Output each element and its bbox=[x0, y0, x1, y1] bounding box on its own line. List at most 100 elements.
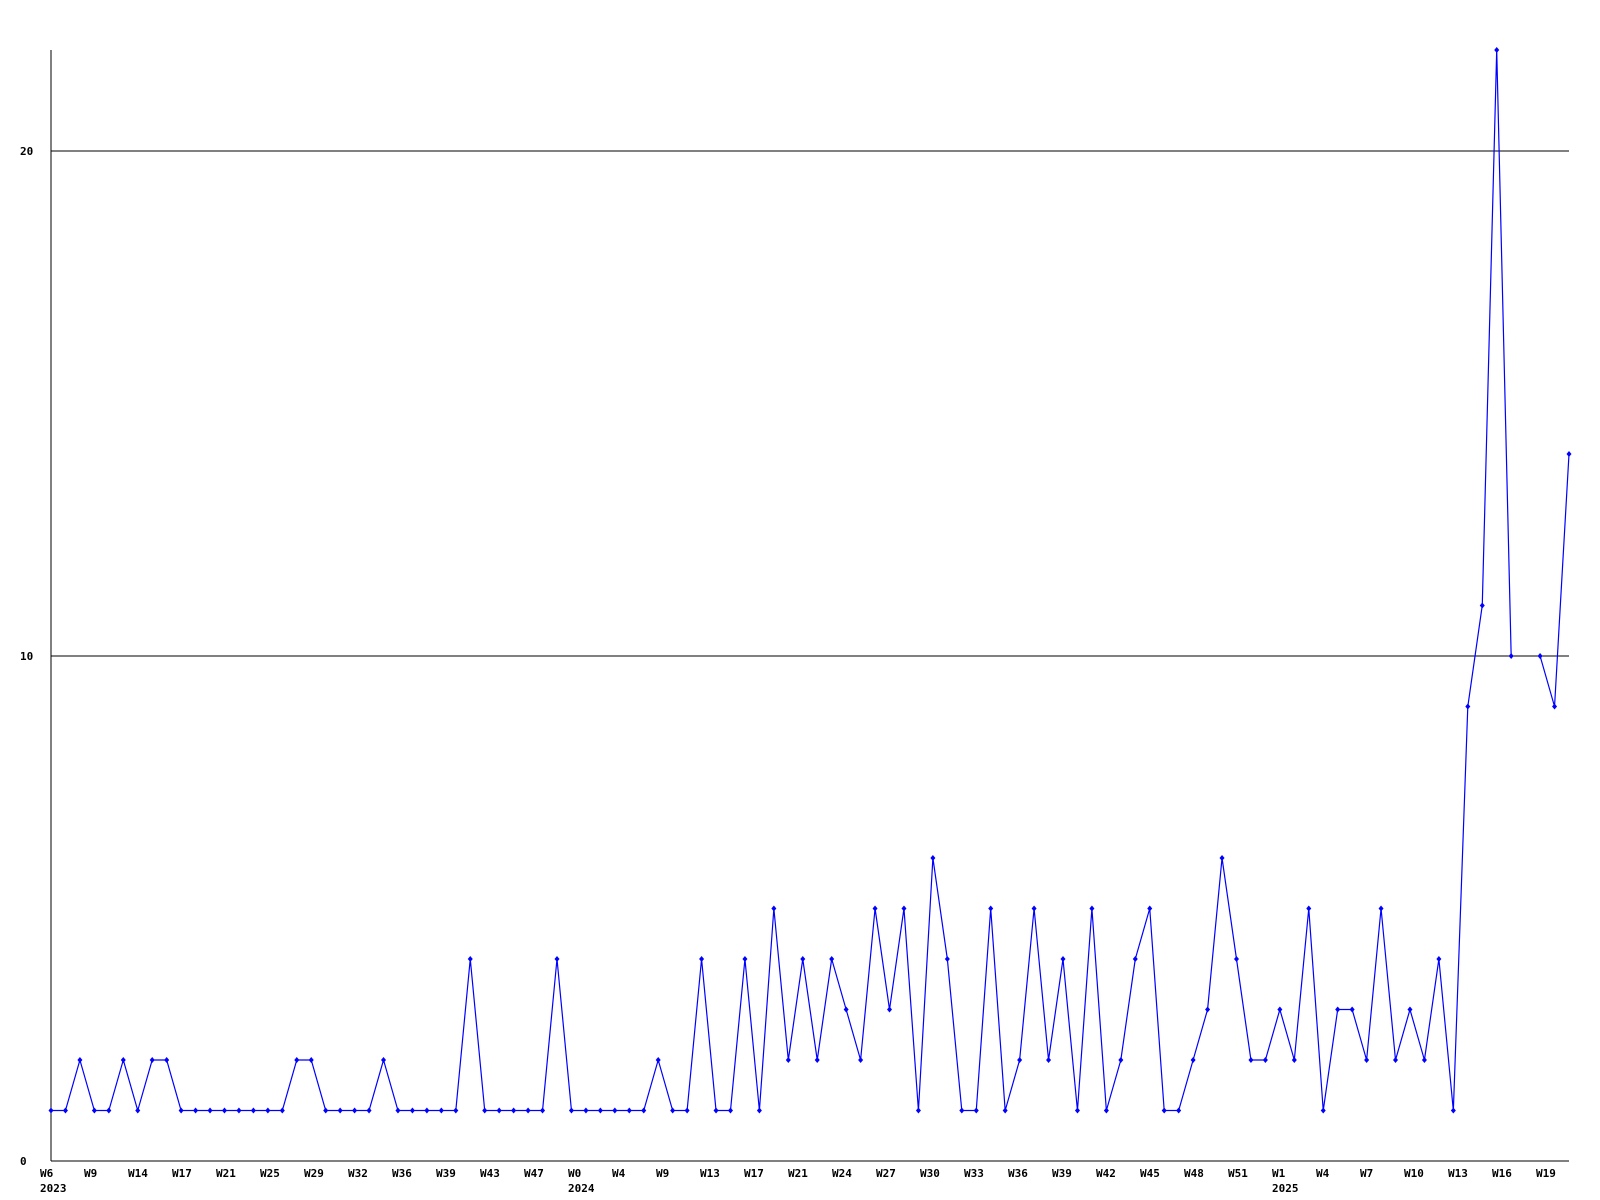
data-point bbox=[366, 1107, 372, 1114]
data-point bbox=[655, 1057, 661, 1063]
data-point bbox=[1248, 1057, 1254, 1063]
data-point bbox=[829, 956, 835, 962]
data-point bbox=[279, 1107, 285, 1114]
data-point bbox=[1103, 1107, 1109, 1114]
data-point bbox=[1335, 1006, 1341, 1013]
x-tick-label: W4 bbox=[1316, 1167, 1330, 1180]
data-point bbox=[91, 1107, 97, 1114]
data-point bbox=[1233, 956, 1239, 962]
y-tick-label: 20 bbox=[20, 145, 33, 158]
x-tick-year-label: 2025 bbox=[1272, 1182, 1299, 1195]
data-point bbox=[1277, 1006, 1283, 1013]
x-tick-label: W14 bbox=[128, 1167, 148, 1180]
data-point bbox=[178, 1107, 184, 1114]
data-point bbox=[135, 1107, 141, 1114]
grid-lines bbox=[51, 150, 1569, 657]
data-point bbox=[1508, 653, 1514, 659]
x-tick-label: W27 bbox=[876, 1167, 896, 1180]
data-point bbox=[858, 1057, 864, 1063]
data-point bbox=[612, 1107, 618, 1114]
x-tick-label: W45 bbox=[1140, 1167, 1160, 1180]
data-point bbox=[525, 1107, 531, 1114]
x-tick-label: W0 bbox=[568, 1167, 581, 1180]
data-point bbox=[438, 1107, 444, 1114]
data-point bbox=[77, 1057, 83, 1063]
data-point bbox=[930, 855, 936, 861]
data-point bbox=[120, 1057, 126, 1063]
data-point bbox=[352, 1107, 358, 1114]
data-point bbox=[381, 1057, 387, 1063]
data-point bbox=[1031, 905, 1037, 912]
x-tick-label: W13 bbox=[700, 1167, 720, 1180]
data-point bbox=[554, 956, 560, 962]
x-tick-label: W24 bbox=[832, 1167, 852, 1180]
series-line bbox=[51, 49, 1512, 1113]
data-point bbox=[988, 905, 994, 912]
data-point bbox=[901, 905, 907, 912]
data-point bbox=[106, 1107, 112, 1114]
x-tick-label: W39 bbox=[436, 1167, 456, 1180]
data-point bbox=[540, 1107, 546, 1114]
x-tick-label: W19 bbox=[1536, 1167, 1556, 1180]
data-point bbox=[727, 1107, 733, 1114]
data-point bbox=[1393, 1057, 1399, 1063]
x-tick-label: W39 bbox=[1052, 1167, 1072, 1180]
y-tick-label: 10 bbox=[20, 650, 33, 663]
data-point bbox=[482, 1107, 488, 1114]
data-point bbox=[236, 1107, 242, 1114]
x-tick-label: W51 bbox=[1228, 1167, 1248, 1180]
data-point bbox=[193, 1107, 199, 1114]
x-tick-label: W16 bbox=[1492, 1167, 1512, 1180]
x-tick-label: W10 bbox=[1404, 1167, 1424, 1180]
x-tick-label: W47 bbox=[524, 1167, 544, 1180]
data-point bbox=[308, 1057, 314, 1063]
data-point bbox=[785, 1057, 791, 1063]
data-point bbox=[800, 956, 806, 962]
data-point bbox=[511, 1107, 517, 1114]
data-point bbox=[409, 1107, 415, 1114]
x-axis-ticks: W6 2023 W9 W14 W17 W21 W25 W29 W32 W36 W39 W43 W47 W0… bbox=[40, 1167, 1556, 1195]
x-tick-label: W9 bbox=[84, 1167, 97, 1180]
data-point bbox=[323, 1107, 329, 1114]
y-tick-label: 0 bbox=[20, 1155, 27, 1168]
data-point bbox=[1147, 905, 1153, 912]
x-tick-label: W29 bbox=[304, 1167, 324, 1180]
data-point bbox=[1176, 1107, 1182, 1114]
x-tick-label: W36 bbox=[392, 1167, 412, 1180]
x-tick-label: W17 bbox=[744, 1167, 764, 1180]
data-point bbox=[250, 1107, 256, 1114]
x-tick-label: W21 bbox=[216, 1167, 236, 1180]
data-point bbox=[699, 956, 705, 962]
data-point bbox=[1421, 1057, 1427, 1063]
data-point bbox=[1436, 956, 1442, 962]
x-tick-year-label: 2024 bbox=[568, 1182, 595, 1195]
x-tick-label: W7 bbox=[1360, 1167, 1373, 1180]
data-point bbox=[742, 956, 748, 962]
data-point bbox=[48, 1107, 54, 1114]
data-point bbox=[641, 1107, 647, 1114]
data-point bbox=[1089, 905, 1095, 912]
x-tick-year-label: 2023 bbox=[40, 1182, 67, 1195]
data-point bbox=[1364, 1057, 1370, 1063]
data-point bbox=[453, 1107, 459, 1114]
data-point bbox=[207, 1107, 213, 1114]
x-tick-label: W1 bbox=[1272, 1167, 1286, 1180]
data-point bbox=[568, 1107, 574, 1114]
data-point bbox=[294, 1057, 300, 1063]
data-point bbox=[1306, 905, 1312, 912]
data-point bbox=[583, 1107, 589, 1114]
data-point bbox=[1566, 451, 1572, 457]
x-tick-label: W33 bbox=[964, 1167, 984, 1180]
data-point bbox=[1219, 855, 1225, 861]
data-point bbox=[1552, 703, 1558, 710]
series-count bbox=[48, 47, 1572, 1114]
x-tick-label: W4 bbox=[612, 1167, 626, 1180]
x-tick-label: W17 bbox=[172, 1167, 192, 1180]
line-chart: 0 10 20 W6 2023 W9 W14 W17 W21 W25 W29 W32 W36 W39 W4… bbox=[20, 47, 1572, 1195]
x-tick-label: W43 bbox=[480, 1167, 500, 1180]
data-point bbox=[1378, 905, 1384, 912]
data-point bbox=[1349, 1006, 1355, 1013]
data-point bbox=[670, 1107, 676, 1114]
data-point bbox=[1291, 1057, 1297, 1063]
data-point bbox=[1190, 1057, 1196, 1063]
